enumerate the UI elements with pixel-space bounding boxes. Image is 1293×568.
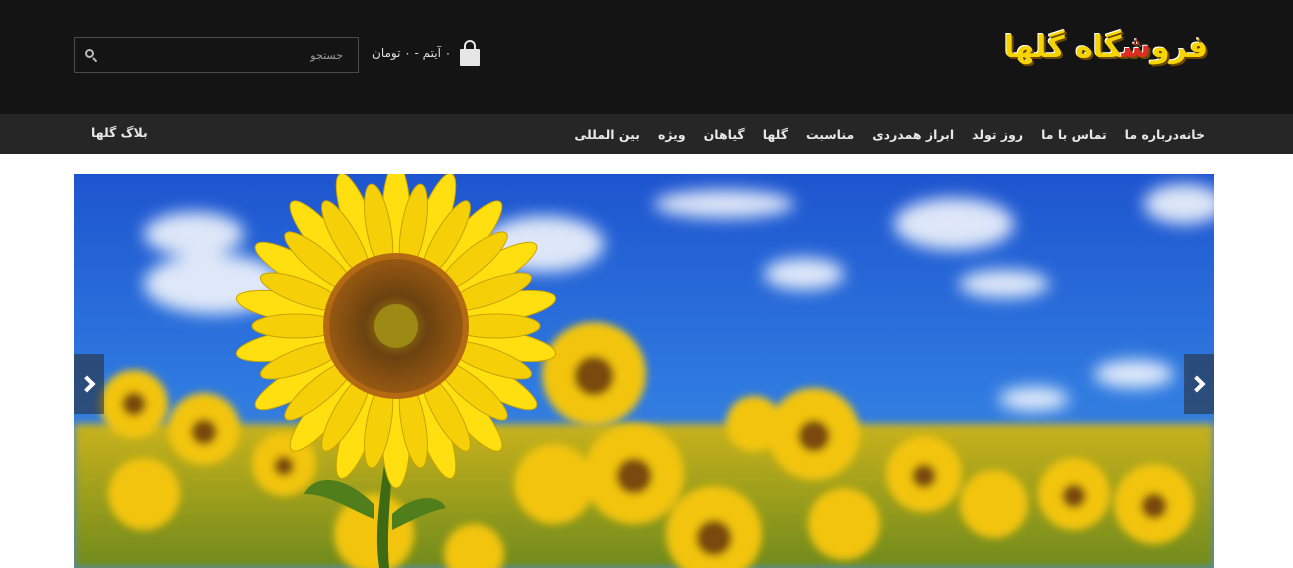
slider-prev-button[interactable] [74,354,104,414]
cart-text: ۰ آیتم - ۰ تومان [372,46,452,60]
shopping-bag-icon[interactable] [459,40,481,66]
cart-summary[interactable]: ۰ آیتم - ۰ تومان [372,38,481,68]
nav-item-home[interactable]: خانه [1179,127,1205,142]
logo-text-part2: گاه گلها [1003,30,1122,65]
nav-item-contact[interactable]: تماس با ما [1041,127,1107,142]
search-box [74,37,359,73]
site-logo[interactable]: فروشگاه گلها [1003,26,1208,74]
logo-text-accent: ش [1121,30,1152,65]
nav-item-birthday[interactable]: روز تولد [972,127,1023,142]
nav-item-blog[interactable]: بلاگ گلها [91,125,148,140]
logo-text-part1: فرو [1151,30,1208,65]
hero-slider [74,174,1214,568]
slider-next-button[interactable] [1184,354,1214,414]
sunflower-field-photo [74,174,1214,568]
nav-item-flowers[interactable]: گلها [763,127,788,142]
nav-item-international[interactable]: بین المللی [574,127,640,142]
site-header: فروشگاه گلها ۰ آیتم - ۰ تومان [0,0,1293,114]
search-icon[interactable] [83,47,99,63]
nav-item-plants[interactable]: گیاهان [704,127,745,142]
chevron-right-icon [1188,375,1206,393]
nav-item-special[interactable]: ویژه [658,127,686,142]
search-input[interactable] [109,38,349,72]
nav-item-sympathy[interactable]: ابراز همدردی [872,127,954,142]
main-nav: خانه درباره ما تماس با ما روز تولد ابراز… [0,114,1293,154]
chevron-left-icon [78,375,96,393]
nav-item-about[interactable]: درباره ما [1125,127,1179,142]
nav-item-occasion[interactable]: مناسبت [806,127,854,142]
